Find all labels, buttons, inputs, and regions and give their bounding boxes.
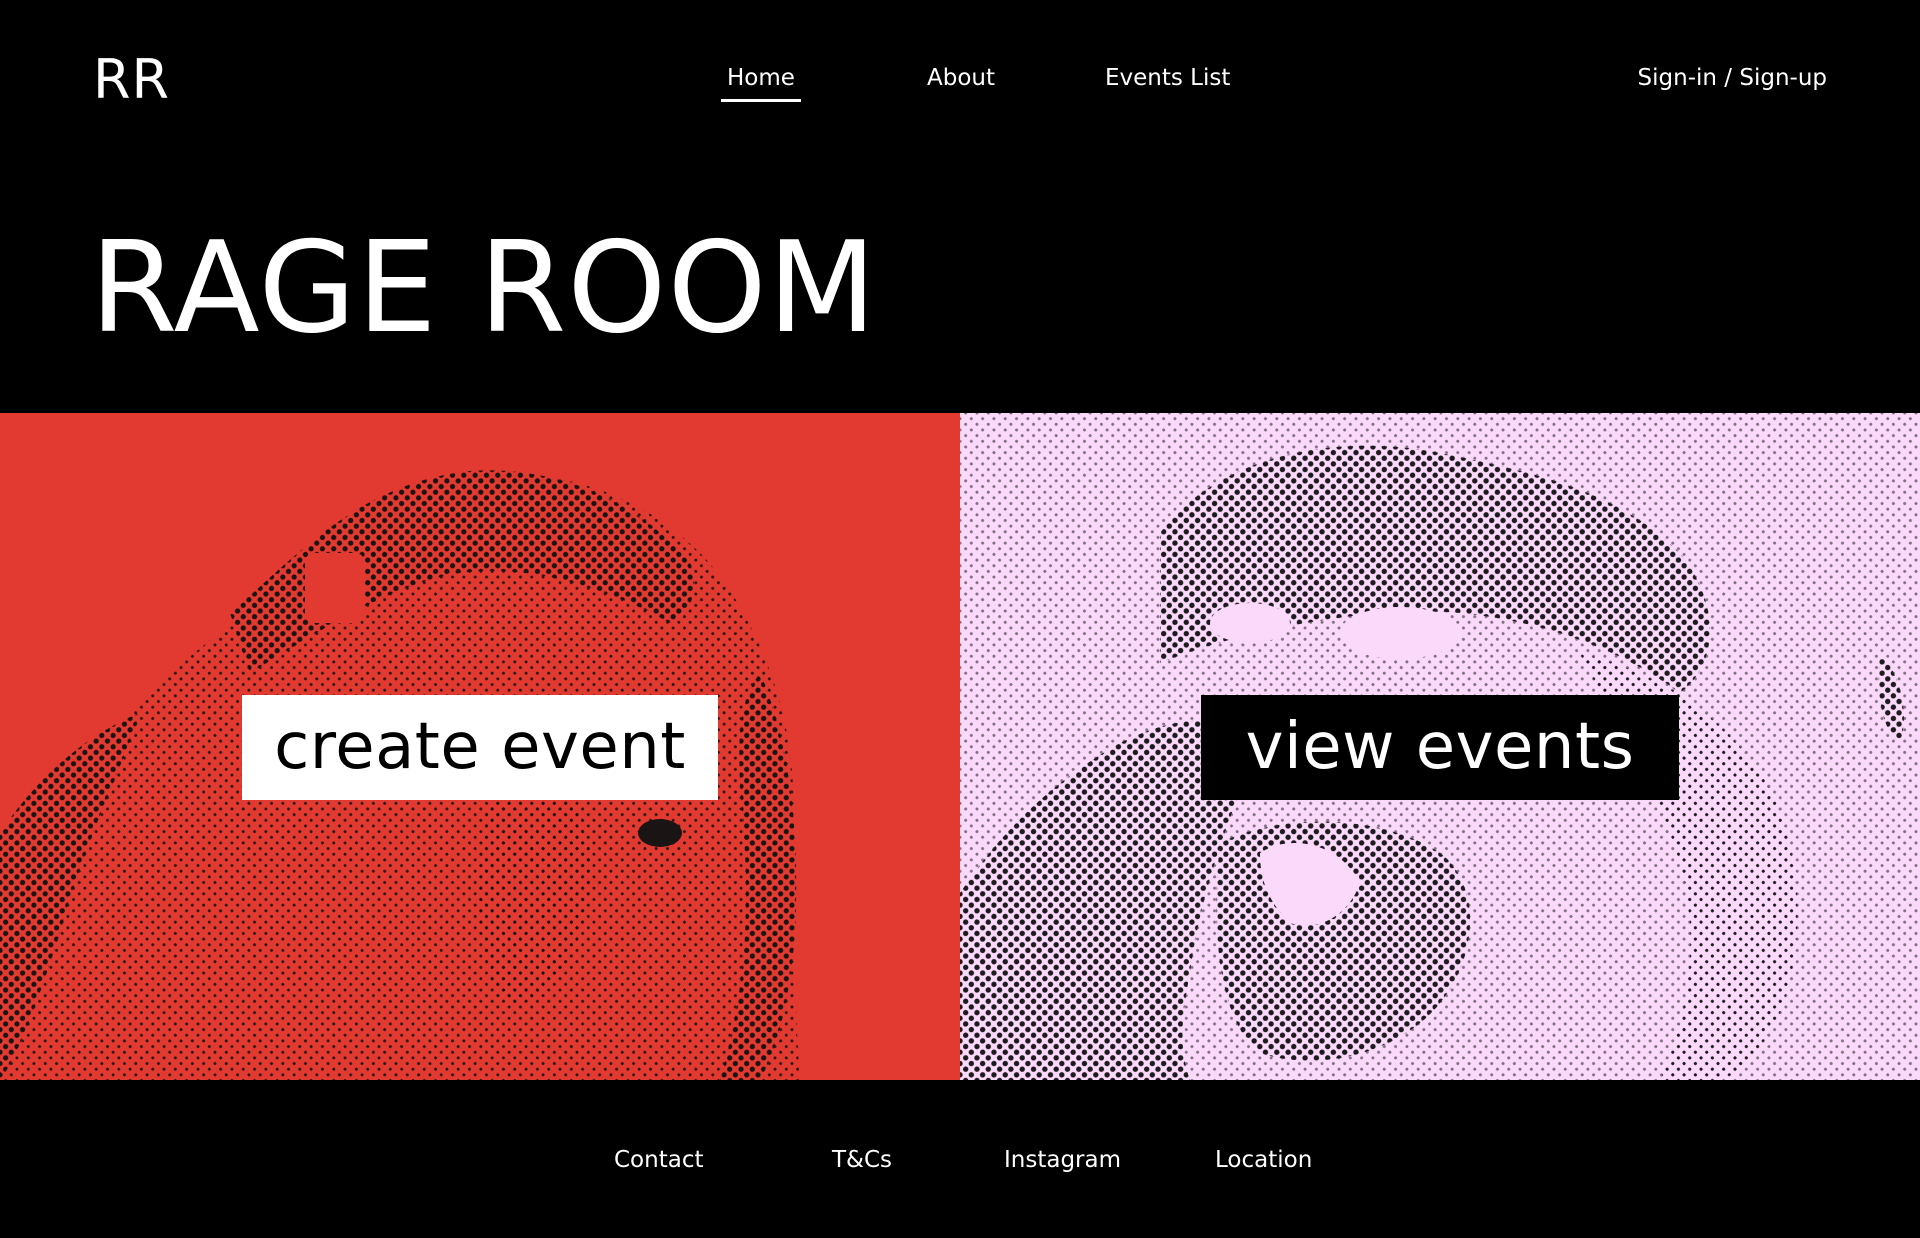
view-events-panel[interactable]: view events: [960, 413, 1920, 1080]
nav-item-about[interactable]: About: [927, 60, 995, 96]
footer-link-contact[interactable]: Contact: [614, 1142, 703, 1178]
page: RR Home About Events List Sign-in / Sign…: [0, 0, 1920, 1238]
footer-link-location[interactable]: Location: [1215, 1142, 1312, 1178]
create-event-panel[interactable]: create event: [0, 413, 960, 1080]
footer-link-instagram[interactable]: Instagram: [1004, 1142, 1121, 1178]
nav-item-home[interactable]: Home: [721, 60, 801, 102]
nav-item-events-list[interactable]: Events List: [1105, 60, 1230, 96]
action-panels: create event view events: [0, 413, 1920, 1080]
create-event-button[interactable]: create event: [242, 695, 718, 800]
main-nav: Home About Events List: [0, 60, 1920, 102]
footer-link-tcs[interactable]: T&Cs: [832, 1142, 892, 1178]
sign-in-sign-up-link[interactable]: Sign-in / Sign-up: [1638, 60, 1827, 96]
view-events-button[interactable]: view events: [1201, 695, 1679, 800]
page-title: RAGE ROOM: [90, 214, 878, 361]
footer: Contact T&Cs Instagram Location: [0, 1142, 1920, 1182]
